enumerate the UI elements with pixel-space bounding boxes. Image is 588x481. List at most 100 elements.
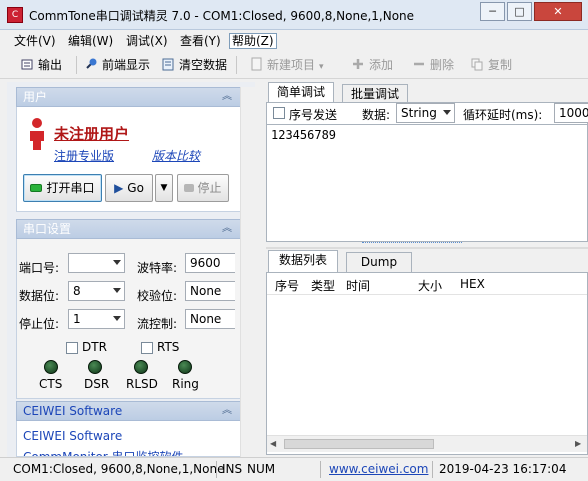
user-icon: [27, 117, 47, 154]
column-header-hex[interactable]: HEX: [460, 277, 485, 291]
version-compare-link[interactable]: 版本比较: [152, 147, 200, 164]
plus-icon: [351, 57, 365, 71]
dropdown-arrow-icon: [113, 260, 121, 265]
dropdown-arrow-icon: [113, 288, 121, 293]
data-list-table: 序号 类型 时间 大小 HEX ◀ ▶: [266, 272, 588, 455]
ceiwei-software-link[interactable]: CEIWEI Software: [23, 429, 122, 443]
dtr-checkbox[interactable]: [66, 342, 78, 354]
go-dropdown-button[interactable]: ▼: [155, 174, 173, 202]
menu-file[interactable]: 文件(V): [12, 33, 58, 49]
baud-select[interactable]: 9600: [185, 253, 235, 273]
minimize-button[interactable]: ─: [480, 2, 505, 21]
tab-batch-debug[interactable]: 批量调试: [342, 84, 408, 104]
register-pro-link[interactable]: 注册专业版: [54, 147, 114, 164]
open-port-button[interactable]: 打开串口: [23, 174, 102, 202]
clear-data-label: 清空数据: [179, 58, 228, 72]
tab-data-list[interactable]: 数据列表: [268, 250, 338, 272]
delete-button[interactable]: 删除: [412, 56, 454, 74]
collapse-chevron-icon[interactable]: ︽: [222, 220, 232, 238]
user-section-body: 未注册用户 注册专业版 版本比较 打开串口 ▶ Go ▼ 停止: [16, 107, 241, 212]
parity-label: 校验位:: [137, 289, 178, 303]
horizontal-scrollbar[interactable]: ◀ ▶: [267, 435, 587, 452]
menu-view[interactable]: 查看(Y): [178, 33, 223, 49]
send-text: 123456789: [271, 128, 337, 142]
status-ins: INS: [222, 462, 243, 476]
maximize-button[interactable]: □: [507, 2, 532, 21]
splitter-bar[interactable]: [266, 247, 588, 249]
stopbits-label: 停止位:: [19, 317, 60, 331]
tab-dump[interactable]: Dump: [346, 252, 412, 272]
rts-checkbox[interactable]: [141, 342, 153, 354]
copy-label: 复制: [488, 58, 513, 72]
stopbits-select[interactable]: 1: [68, 309, 125, 329]
user-section-title: 用户: [23, 90, 48, 104]
stop-button[interactable]: 停止: [177, 174, 229, 202]
hex-send-checkbox[interactable]: [273, 107, 285, 119]
rlsd-label: RLSD: [126, 377, 158, 391]
website-link[interactable]: www.ceiwei.com: [326, 458, 431, 480]
clear-data-button[interactable]: 清空数据: [161, 56, 227, 74]
dropdown-arrow-icon: [113, 316, 121, 321]
flow-label: 流控制:: [137, 317, 178, 331]
port-section-body: 端口号: 波特率: 9600 数据位: 8 校验位: None 停止位: 1 流…: [16, 239, 241, 399]
ceiwei-section-header[interactable]: CEIWEI Software ︽: [16, 401, 241, 421]
databits-select[interactable]: 8: [68, 281, 125, 301]
title-bar: C CommTone串口调试精灵 7.0 - COM1:Closed, 9600…: [0, 0, 588, 30]
data-type-select[interactable]: String: [396, 103, 455, 123]
toolbar-divider: [76, 56, 77, 74]
cts-label: CTS: [39, 377, 63, 391]
hex-send-label: 序号发送: [289, 108, 338, 122]
left-panel-scrollbar[interactable]: [240, 87, 257, 457]
close-button[interactable]: ✕: [534, 2, 582, 21]
output-icon: [20, 57, 34, 71]
new-item-button[interactable]: 新建项目 ▾: [249, 56, 324, 74]
rlsd-led-icon: [134, 360, 148, 374]
scroll-thumb[interactable]: [284, 439, 434, 449]
dsr-label: DSR: [84, 377, 110, 391]
menu-help[interactable]: 帮助(Z): [229, 33, 277, 49]
green-led-icon: [30, 184, 43, 192]
send-textarea[interactable]: 123456789: [266, 124, 588, 242]
rts-label: RTS: [157, 340, 180, 354]
column-header-time[interactable]: 时间: [346, 277, 370, 294]
dtr-label: DTR: [82, 340, 107, 354]
output-button[interactable]: 输出: [20, 56, 62, 74]
add-button[interactable]: 添加: [351, 56, 393, 74]
collapse-chevron-icon[interactable]: ︽: [222, 402, 232, 420]
user-section-header[interactable]: 用户 ︽: [16, 87, 241, 107]
parity-select[interactable]: None: [185, 281, 235, 301]
databits-value: 8: [73, 284, 81, 298]
copy-button[interactable]: 复制: [470, 56, 512, 74]
collapse-chevron-icon[interactable]: ︽: [222, 88, 232, 106]
unregistered-user-link[interactable]: 未注册用户: [54, 123, 129, 144]
scroll-right-icon[interactable]: ▶: [575, 439, 581, 448]
copy-icon: [470, 57, 484, 71]
output-label: 输出: [38, 58, 63, 72]
new-item-label: 新建项目: [267, 58, 316, 72]
column-header-size[interactable]: 大小: [418, 277, 442, 294]
port-select[interactable]: [68, 253, 125, 273]
commmonitor-link[interactable]: CommMonitor 串口监控软件: [23, 448, 184, 456]
column-header-type[interactable]: 类型: [311, 277, 335, 294]
column-header-index[interactable]: 序号: [275, 277, 299, 294]
play-icon: ▶: [114, 181, 124, 195]
open-port-label: 打开串口: [46, 181, 95, 195]
ceiwei-section-title: CEIWEI Software: [23, 404, 123, 418]
ring-label: Ring: [172, 377, 199, 391]
port-section-header[interactable]: 串口设置 ︽: [16, 219, 241, 239]
flow-select[interactable]: None: [185, 309, 235, 329]
send-options-bar: 序号发送 数据: String 循环延时(ms): 1000: [266, 102, 588, 124]
scroll-left-icon[interactable]: ◀: [270, 439, 276, 448]
right-panel: 简单调试 批量调试 序号发送 数据: String 循环延时(ms): 1000…: [262, 82, 588, 457]
toolbar-divider: [236, 56, 237, 74]
delay-input[interactable]: 1000: [554, 103, 588, 123]
menu-debug[interactable]: 调试(X): [124, 33, 170, 49]
ceiwei-section-body: CEIWEI Software CommMonitor 串口监控软件: [16, 421, 241, 457]
tab-simple-debug[interactable]: 简单调试: [268, 82, 334, 104]
foreground-button[interactable]: 前端显示: [84, 56, 150, 74]
go-button[interactable]: ▶ Go: [105, 174, 153, 202]
parity-value: None: [190, 284, 222, 298]
delay-label: 循环延时(ms):: [463, 108, 543, 122]
menu-edit[interactable]: 编辑(W): [66, 33, 115, 49]
new-document-icon: [249, 57, 263, 71]
